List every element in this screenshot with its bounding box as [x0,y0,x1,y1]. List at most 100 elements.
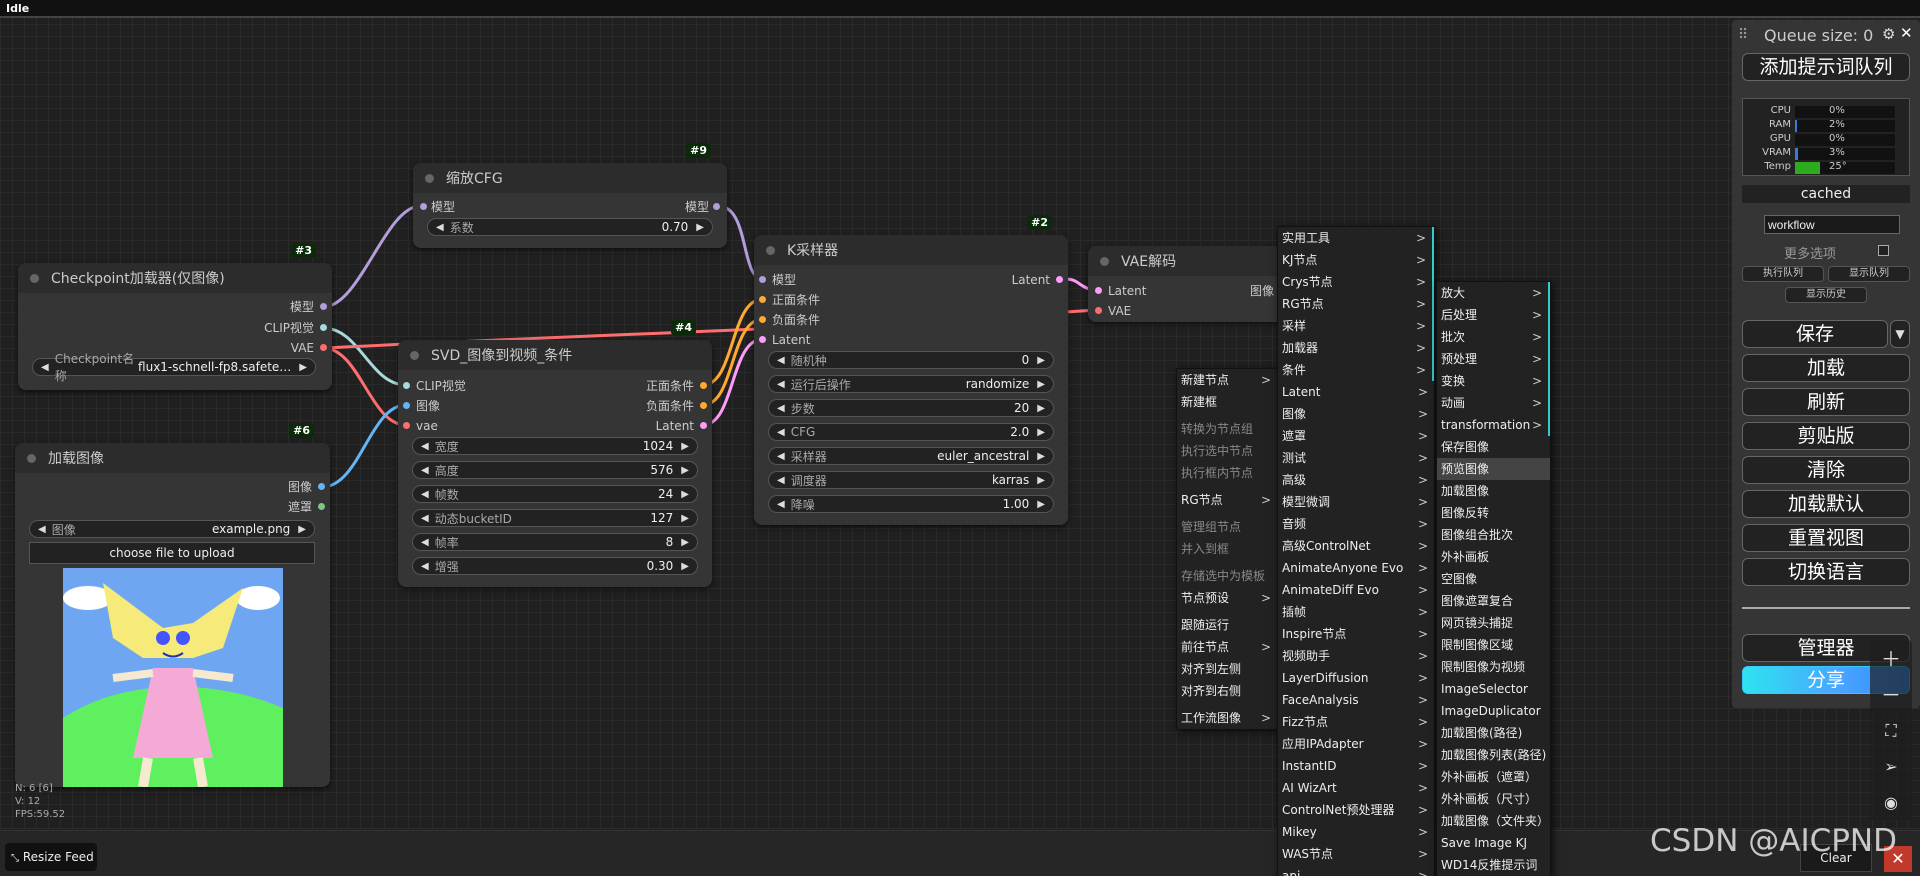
resize-feed-button[interactable]: ⤡ Resize Feed [5,843,97,871]
menu-item[interactable]: Latent > [1278,381,1434,403]
output-pin-image[interactable] [318,483,325,490]
decrement-icon[interactable]: ◀ [777,403,785,414]
menu-item[interactable]: 放大 > [1437,282,1550,304]
menu-item[interactable]: InstantID > [1278,755,1434,777]
input-pin-negative[interactable] [759,316,766,323]
widget-height[interactable]: ◀ 高度 576 ▶ [412,461,698,479]
widget-denoise[interactable]: ◀ 降噪 1.00 ▶ [768,495,1054,513]
output-pin-model[interactable] [320,303,327,310]
input-pin-clip[interactable] [403,382,410,389]
decrement-icon[interactable]: ◀ [421,489,429,500]
node-vae-decode[interactable]: VAE解码 Latent VAE 图像 [1088,246,1288,322]
menu-item[interactable]: 遮罩 > [1278,425,1434,447]
collapse-dot[interactable] [410,350,419,360]
menu-item[interactable]: 音频 > [1278,513,1434,535]
menu-item[interactable]: 采样 > [1278,315,1434,337]
input-pin-image[interactable] [403,402,410,409]
widget-control-after-generate[interactable]: ◀ 运行后操作 randomize ▶ [768,375,1054,393]
increment-icon[interactable]: ▶ [681,537,689,548]
gear-icon[interactable]: ⚙ [1882,25,1895,43]
menu-item[interactable]: 转换为节点组 [1177,418,1277,440]
widget-width[interactable]: ◀ 宽度 1024 ▶ [412,437,698,455]
menu-item[interactable]: 限制图像为视频 [1437,656,1550,678]
menu-item[interactable]: ImageDuplicator [1437,700,1550,722]
collapse-dot[interactable] [1100,256,1109,266]
menu-item[interactable]: 条件 > [1278,359,1434,381]
menu-item[interactable]: 加载图像(路径) [1437,722,1550,744]
menu-item[interactable]: 对齐到左侧 [1177,658,1277,680]
menu-item[interactable]: 外补画板（遮罩） [1437,766,1550,788]
increment-icon[interactable]: ▶ [681,441,689,452]
menu-item[interactable]: 加载图像 [1437,480,1550,502]
more-options-checkbox[interactable] [1878,245,1889,256]
widget-fps[interactable]: ◀ 帧率 8 ▶ [412,533,698,551]
increment-icon[interactable]: ▶ [1037,499,1045,510]
load-button[interactable]: 加载 [1742,354,1910,382]
decrement-icon[interactable]: ◀ [777,355,785,366]
menu-item[interactable]: RG节点 > [1177,489,1277,511]
widget-sampler[interactable]: ◀ 采样器 euler_ancestral ▶ [768,447,1054,465]
widget-factor[interactable]: ◀ 系数 0.70 ▶ [427,218,713,236]
menu-item[interactable]: 加载图像列表(路径) [1437,744,1550,766]
menu-item[interactable]: 高级 > [1278,469,1434,491]
input-pin-model[interactable] [420,203,427,210]
decrement-icon[interactable]: ◀ [777,499,785,510]
menu-item[interactable]: 变换 > [1437,370,1550,392]
output-pin-vae[interactable] [320,344,327,351]
output-pin-latent[interactable] [1056,276,1063,283]
menu-item[interactable]: FaceAnalysis > [1278,689,1434,711]
widget-checkpoint-name[interactable]: ◀ Checkpoint名称 flux1-schnell-fp8.safete… ▶ [32,352,316,383]
node-header[interactable]: 加载图像 [15,443,330,473]
menu-item[interactable]: RG节点 > [1278,293,1434,315]
menu-item[interactable]: AnimateAnyone Evo > [1278,557,1434,579]
increment-icon[interactable]: ▶ [696,222,704,233]
decrement-icon[interactable]: ◀ [777,379,785,390]
increment-icon[interactable]: ▶ [299,362,307,373]
node-header[interactable]: Checkpoint加载器(仅图像) [18,263,332,293]
menu-item[interactable]: 并入到框 [1177,538,1277,560]
save-button[interactable]: 保存 [1742,320,1888,348]
menu-item[interactable]: 实用工具 > [1278,227,1434,249]
menu-item[interactable]: 前往节点 > [1177,636,1277,658]
decrement-icon[interactable]: ◀ [777,427,785,438]
decrement-icon[interactable]: ◀ [421,537,429,548]
menu-item[interactable]: 预处理 > [1437,348,1550,370]
queue-prompt-button[interactable]: 添加提示词队列 [1742,53,1910,81]
menu-item[interactable]: 加载图像（文件夹） [1437,810,1550,832]
menu-item[interactable]: transformation > [1437,414,1550,436]
decrement-icon[interactable]: ◀ [421,465,429,476]
menu-item[interactable]: 动画 > [1437,392,1550,414]
menu-item[interactable]: 外补画板 [1437,546,1550,568]
node-header[interactable]: VAE解码 [1088,246,1288,276]
increment-icon[interactable]: ▶ [1037,355,1045,366]
increment-icon[interactable]: ▶ [1037,451,1045,462]
menu-item[interactable]: 新建节点 > [1177,369,1277,391]
menu-item[interactable]: LayerDiffusion > [1278,667,1434,689]
input-pin-latent[interactable] [1095,287,1102,294]
fit-view-icon[interactable]: ⛶ [1874,714,1908,748]
menu-item[interactable]: Fizz节点 > [1278,711,1434,733]
menu-item[interactable]: 高级ControlNet > [1278,535,1434,557]
input-pin-positive[interactable] [759,296,766,303]
menu-item[interactable]: 批次 > [1437,326,1550,348]
menu-item[interactable]: 图像反转 [1437,502,1550,524]
menu-item[interactable]: 新建框 [1177,391,1277,413]
decrement-icon[interactable]: ◀ [41,362,49,373]
menu-item[interactable]: 节点预设 > [1177,587,1277,609]
menu-item[interactable]: WAS节点 > [1278,843,1434,865]
menu-item[interactable]: 预览图像 [1437,458,1550,480]
menu-item[interactable]: AnimateDiff Evo > [1278,579,1434,601]
node-scale-cfg[interactable]: #9 缩放CFG 模型 模型 ◀ 系数 0.70 ▶ [413,143,727,248]
decrement-icon[interactable]: ◀ [421,561,429,572]
load-default-button[interactable]: 加载默认 [1742,490,1910,518]
clipspace-button[interactable]: 剪贴版 [1742,422,1910,450]
menu-item[interactable]: 外补画板（尺寸） [1437,788,1550,810]
widget-image[interactable]: ◀ 图像 example.png ▶ [29,520,315,538]
increment-icon[interactable]: ▶ [1037,427,1045,438]
decrement-icon[interactable]: ◀ [777,475,785,486]
widget-seed[interactable]: ◀ 随机种 0 ▶ [768,351,1054,369]
collapse-dot[interactable] [27,453,36,463]
increment-icon[interactable]: ▶ [298,524,306,535]
menu-item[interactable]: Inspire节点 > [1278,623,1434,645]
collapse-dot[interactable] [766,245,775,255]
